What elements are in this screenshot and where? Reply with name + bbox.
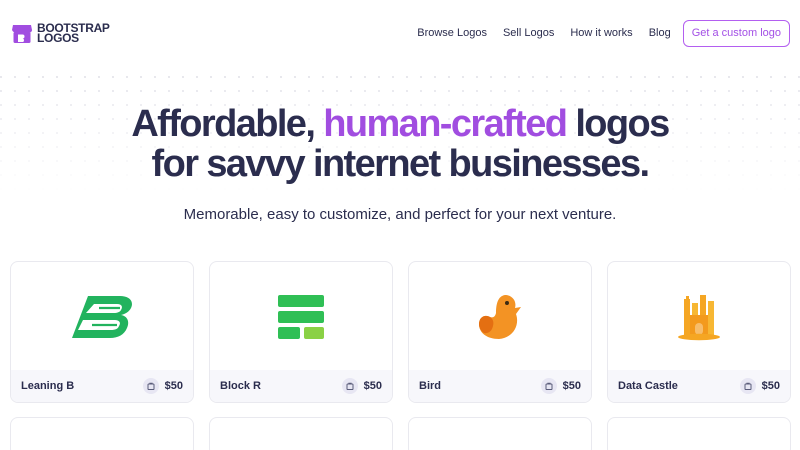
- leaning-b-logo-icon: [72, 296, 132, 338]
- card-footer: Block R $50: [210, 370, 392, 402]
- card-footer: Leaning B $50: [11, 370, 193, 402]
- card-price: $50: [761, 380, 780, 392]
- brand-line-2: LOGOS: [37, 31, 79, 45]
- nav-blog[interactable]: Blog: [649, 27, 671, 39]
- logo-card[interactable]: Bird $50: [408, 261, 592, 403]
- cart-icon[interactable]: [142, 378, 159, 394]
- card-footer: Data Castle $50: [608, 370, 790, 402]
- card-name: Leaning B: [21, 380, 75, 392]
- logo-card[interactable]: Leaning B $50: [10, 261, 194, 403]
- hero: Affordable, human-crafted logos for savv…: [0, 104, 800, 223]
- logo-card-partial[interactable]: [209, 417, 393, 450]
- cart-icon[interactable]: [341, 378, 358, 394]
- card-name: Bird: [419, 380, 441, 392]
- card-name: Block R: [220, 380, 261, 392]
- card-logo-area: [11, 262, 193, 372]
- hero-headline: Affordable, human-crafted logos for savv…: [0, 104, 800, 184]
- logo-grid: Leaning B $50 Block R $50 Bird $50 Data …: [10, 261, 791, 450]
- get-custom-logo-button[interactable]: Get a custom logo: [682, 19, 790, 47]
- hero-subtitle: Memorable, easy to customize, and perfec…: [183, 206, 617, 223]
- headline-line-2: for savvy internet businesses.: [151, 143, 651, 185]
- cart-icon[interactable]: [739, 378, 756, 394]
- site-header: BOOTSTRAP LOGOS Browse Logos Sell Logos …: [0, 0, 800, 66]
- headline-accent: human-crafted: [323, 103, 568, 145]
- logo-card[interactable]: Data Castle $50: [607, 261, 791, 403]
- data-castle-logo-icon: [678, 295, 720, 341]
- nav-browse-logos[interactable]: Browse Logos: [417, 27, 487, 39]
- card-price: $50: [363, 380, 382, 392]
- card-logo-area: [210, 262, 392, 372]
- card-price: $50: [562, 380, 581, 392]
- logo-card-partial[interactable]: [10, 417, 194, 450]
- cart-icon[interactable]: [540, 378, 557, 394]
- nav-how-it-works[interactable]: How it works: [570, 27, 632, 39]
- card-logo-area: [409, 262, 591, 372]
- nav-sell-logos[interactable]: Sell Logos: [503, 27, 554, 39]
- brand-mark-icon: [12, 25, 32, 43]
- main-nav: Browse Logos Sell Logos How it works Blo…: [417, 19, 790, 47]
- card-footer: Bird $50: [409, 370, 591, 402]
- logo-card[interactable]: Block R $50: [209, 261, 393, 403]
- bird-logo-icon: [479, 295, 521, 339]
- brand-logo[interactable]: BOOTSTRAP LOGOS: [10, 21, 110, 45]
- logo-card-partial[interactable]: [607, 417, 791, 450]
- block-r-logo-icon: [278, 295, 324, 339]
- logo-card-partial[interactable]: [408, 417, 592, 450]
- card-price: $50: [164, 380, 183, 392]
- headline-prefix: Affordable,: [131, 103, 324, 145]
- headline-suffix: logos: [566, 103, 670, 145]
- card-name: Data Castle: [618, 380, 678, 392]
- card-logo-area: [608, 262, 790, 372]
